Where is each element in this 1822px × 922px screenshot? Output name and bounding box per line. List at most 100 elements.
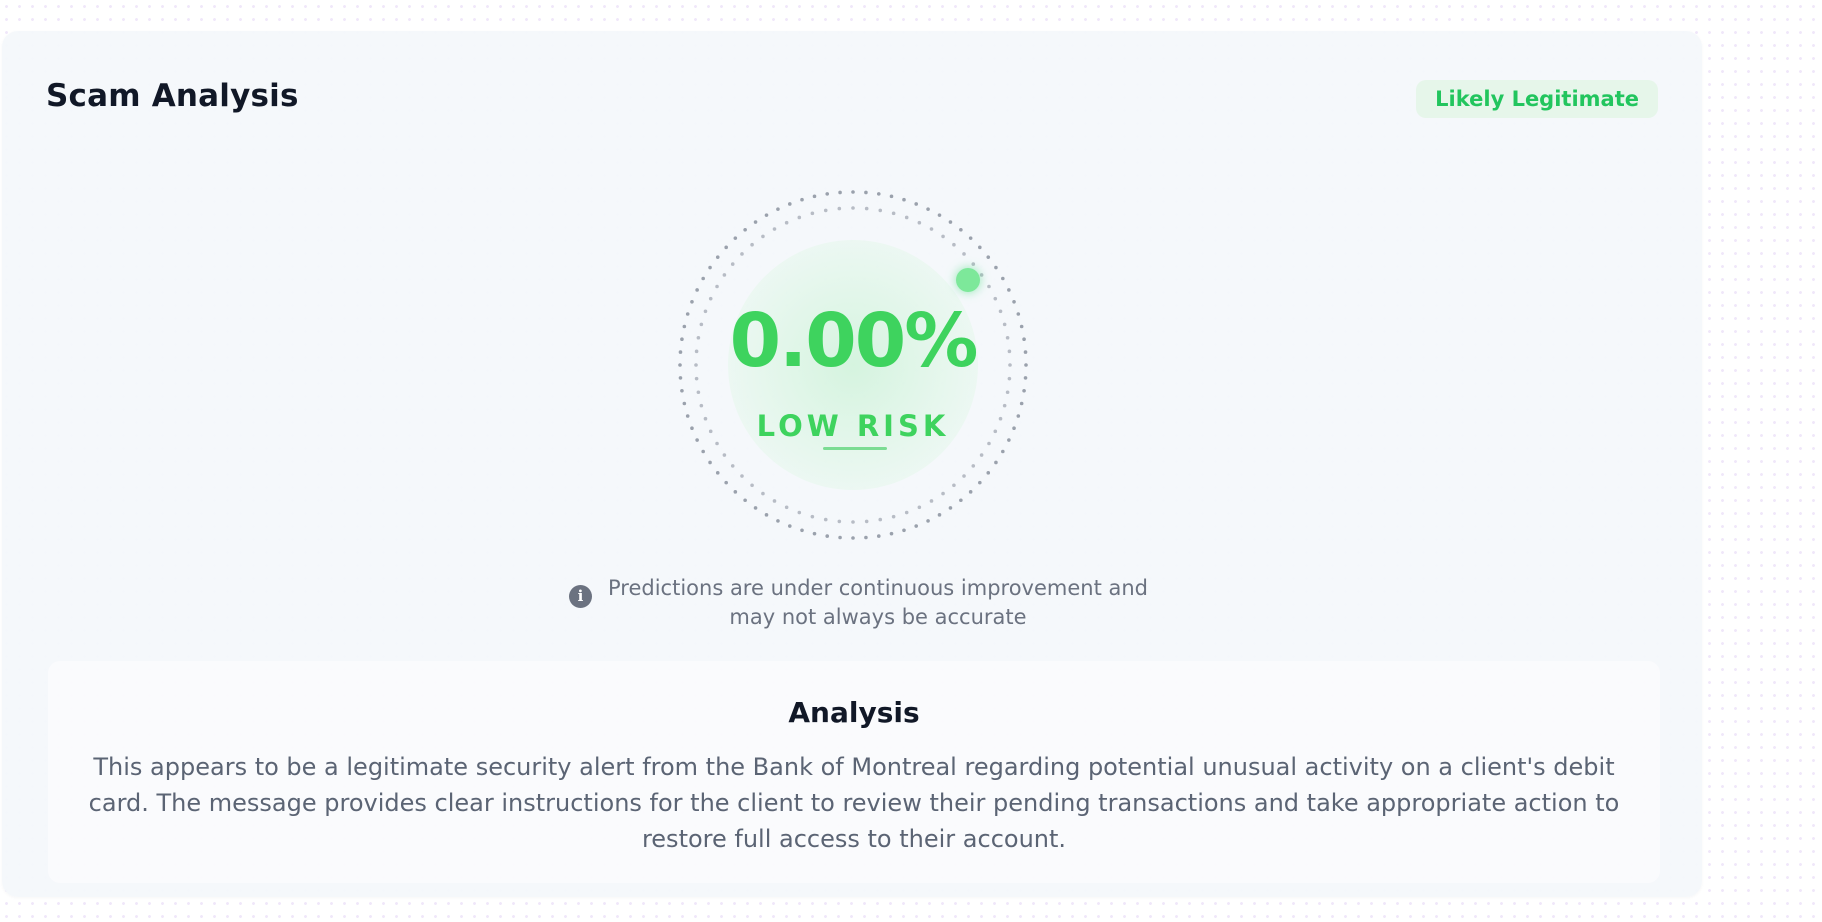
- gauge-ring-dot: [800, 197, 804, 202]
- gauge-ring-dot: [788, 524, 792, 528]
- gauge-ring-dot: [753, 220, 758, 224]
- gauge-ring-dot: [740, 474, 744, 478]
- gauge-ring-dot: [889, 194, 894, 199]
- gauge-ring-dot: [812, 531, 817, 536]
- gauge-ring-dot: [926, 519, 930, 523]
- gauge-ring-dot: [764, 213, 769, 217]
- gauge-ring-dot: [724, 245, 728, 250]
- gauge-ring-dot: [902, 528, 906, 533]
- gauge-ring-dot: [902, 197, 906, 202]
- gauge-ring-dot: [772, 227, 777, 231]
- analysis-text: This appears to be a legitimate security…: [88, 753, 1620, 853]
- gauge-ring-dot: [937, 213, 942, 217]
- gauge-ring-dot: [851, 190, 855, 194]
- gauge-ring-dot: [941, 234, 945, 239]
- gauge-ring-dot: [772, 499, 777, 503]
- gauge-ring-dot: [971, 262, 976, 266]
- gauge-ring-dot: [1019, 401, 1024, 406]
- gauge-ring-dot: [764, 513, 769, 517]
- gauge-ring-dot: [837, 519, 842, 524]
- gauge-ring-dot: [730, 464, 735, 468]
- gauge-ring-dot: [740, 252, 744, 256]
- gauge-ring-dot: [948, 506, 953, 510]
- gauge-ring-dot: [1001, 449, 1005, 454]
- gauge-ring-dot: [825, 534, 830, 538]
- gauge-ring-dot: [715, 284, 719, 289]
- gauge-ring-dot: [987, 284, 991, 289]
- gauge-ring-dot: [971, 464, 976, 468]
- gauge-ring-dot: [929, 227, 934, 231]
- gauge-ring-dot: [1007, 288, 1011, 292]
- gauge-ring-dot: [730, 262, 735, 266]
- gauge-ring-dot: [994, 460, 998, 465]
- disclaimer: i Predictions are under continuous impro…: [562, 574, 1162, 634]
- gauge-ring-dot: [959, 498, 963, 503]
- gauge-ring-dot: [968, 490, 973, 494]
- gauge-ring-dot: [876, 192, 881, 196]
- gauge-ring-dot: [715, 471, 720, 475]
- gauge-ring-dot: [800, 528, 804, 533]
- gauge-ring-dot: [979, 273, 984, 277]
- gauge-ring-dot: [788, 202, 792, 206]
- gauge-ring-dot: [784, 220, 789, 225]
- card-title: Scam Analysis: [46, 78, 299, 114]
- gauge-ring-dot: [929, 499, 934, 503]
- gauge-ring-dot: [1001, 276, 1005, 281]
- gauge-ring-dot: [1005, 390, 1010, 395]
- analysis-title: Analysis: [788, 696, 920, 729]
- gauge-ring-dot: [701, 276, 705, 281]
- gauge-ring-dot: [753, 506, 758, 510]
- gauge-ring-dot: [797, 215, 802, 220]
- gauge-ring-dot: [941, 491, 945, 496]
- gauge-ring-dot: [914, 202, 918, 206]
- risk-level-underline: [823, 447, 887, 450]
- gauge-ring-dot: [837, 206, 842, 211]
- gauge-ring-dot: [864, 535, 868, 540]
- gauge-ring-dot: [864, 206, 869, 211]
- gauge-ring-dot: [825, 192, 830, 196]
- gauge-ring-dot: [761, 491, 765, 496]
- gauge-ring-dot: [926, 207, 930, 211]
- verdict-badge: Likely Legitimate: [1416, 80, 1658, 118]
- gauge-ring-dot: [952, 242, 956, 247]
- gauge-indicator-dot: [956, 268, 980, 292]
- gauge-ring-dot: [851, 536, 855, 540]
- gauge-ring-dot: [784, 505, 789, 510]
- gauge-ring-dot: [823, 517, 828, 522]
- gauge-ring-dot: [891, 514, 896, 519]
- gauge-ring-dot: [962, 252, 966, 256]
- gauge-ring-dot: [959, 227, 963, 232]
- gauge-ring-dot: [917, 505, 922, 510]
- info-icon: i: [569, 585, 592, 608]
- gauge-ring-dot: [715, 255, 720, 259]
- gauge-ring-dot: [864, 519, 869, 524]
- gauge-ring-dot: [952, 483, 956, 488]
- gauge-ring-dot: [682, 401, 687, 406]
- gauge-ring-dot: [750, 242, 754, 247]
- gauge-ring-dot: [776, 519, 780, 523]
- gauge-ring-dot: [994, 265, 998, 270]
- risk-level-label: LOW RISK: [756, 409, 950, 443]
- gauge-ring-dot: [838, 535, 842, 540]
- gauge-ring-dot: [904, 510, 909, 515]
- gauge-ring-dot: [810, 211, 815, 216]
- disclaimer-text: Predictions are under continuous improve…: [608, 576, 1149, 629]
- gauge-ring-dot: [701, 449, 705, 454]
- gauge-ring-dot: [978, 480, 982, 485]
- gauge-ring-dot: [810, 514, 815, 519]
- gauge-ring-dot: [889, 531, 894, 536]
- gauge-ring-dot: [851, 520, 855, 524]
- scam-analysis-card: Scam Analysis Likely Legitimate 0.00% LO…: [2, 31, 1702, 897]
- gauge-ring-dot: [968, 236, 973, 240]
- gauge-ring-dot: [904, 215, 909, 220]
- gauge-ring-dot: [733, 490, 738, 494]
- gauge-ring-dot: [962, 474, 966, 478]
- gauge-ring-dot: [1022, 388, 1026, 393]
- gauge-ring-dot: [986, 255, 991, 259]
- gauge-ring-dot: [750, 483, 754, 488]
- risk-gauge: 0.00% LOW RISK: [678, 184, 1028, 546]
- gauge-ring-dot: [761, 234, 765, 239]
- gauge-ring-dot: [708, 460, 712, 465]
- gauge-ring-dot: [979, 453, 984, 457]
- gauge-ring-dot: [743, 227, 747, 232]
